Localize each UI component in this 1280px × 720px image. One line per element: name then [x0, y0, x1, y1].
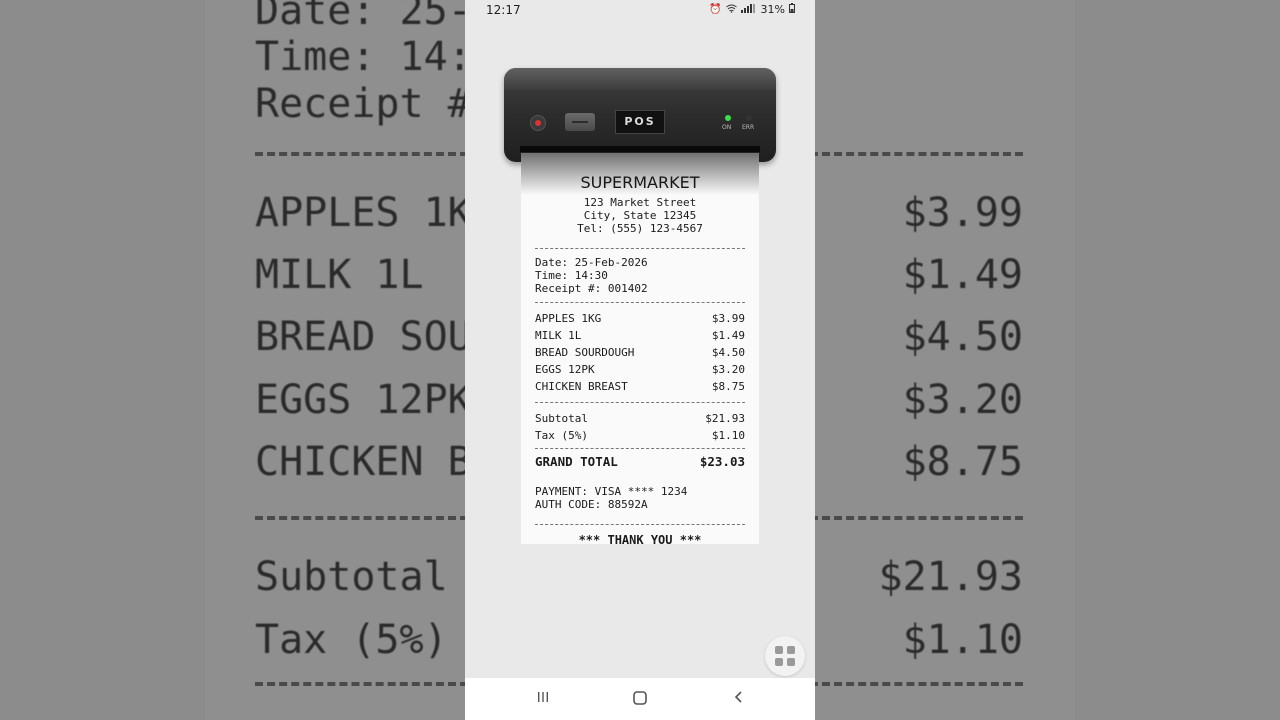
- bg-item-name: MILK 1L: [255, 252, 424, 298]
- grand-total-label: GRAND TOTAL: [535, 454, 618, 469]
- item-price: $3.20: [711, 363, 745, 376]
- battery-percent: 31%: [760, 3, 785, 16]
- receipt-time: Time: 14:30: [535, 269, 608, 282]
- recents-icon[interactable]: [533, 690, 553, 708]
- navigation-bar: [465, 678, 815, 720]
- item-price: $3.99: [711, 312, 745, 325]
- led-err-label: ERR: [742, 124, 755, 131]
- bg-item-price: $3.99: [902, 190, 1023, 236]
- divider: [535, 524, 745, 525]
- power-button[interactable]: [530, 115, 546, 131]
- divider: [535, 248, 745, 249]
- subtotal-value: $21.93: [705, 412, 745, 425]
- item-name: BREAD SOURDOUGH: [535, 346, 635, 359]
- pos-printer: POS ON ERR: [504, 68, 776, 162]
- payment-line: PAYMENT: VISA **** 1234: [535, 485, 688, 498]
- store-phone: Tel: (555) 123-4567: [577, 222, 703, 235]
- receipt-date: Date: 25-Feb-2026: [535, 256, 648, 269]
- bg-subtotal: $21.93: [878, 554, 1024, 600]
- item-name: MILK 1L: [535, 329, 582, 342]
- tax-label: Tax (5%): [535, 429, 588, 442]
- store-name: SUPERMARKET: [580, 173, 700, 192]
- printer-lid: [504, 68, 776, 90]
- led-err-indicator: [746, 115, 752, 121]
- bg-tax: $1.10: [902, 617, 1023, 663]
- led-on-indicator: [725, 115, 731, 121]
- battery-icon: [789, 3, 795, 16]
- item-name: CHICKEN BREAST: [535, 380, 628, 393]
- divider: [535, 448, 745, 449]
- status-bar: 12:17 ⏰ 31%: [465, 0, 815, 22]
- receipt-paper: SUPERMARKET 123 Market Street City, Stat…: [521, 153, 759, 544]
- paper-slot: [520, 146, 760, 152]
- bg-time: Time: 14:: [255, 34, 472, 80]
- store-address-2: City, State 12345: [583, 209, 697, 222]
- item-name: EGGS 12PK: [535, 363, 595, 376]
- item-price: $8.75: [711, 380, 745, 393]
- status-icons: ⏰ 31%: [709, 3, 795, 16]
- divider: [535, 302, 745, 303]
- receipt-number: Receipt #: 001402: [535, 282, 648, 295]
- status-time: 12:17: [486, 3, 521, 17]
- grand-total-value: $23.03: [699, 454, 745, 469]
- bg-date: Date: 25-: [255, 0, 472, 34]
- bg-item-name: BREAD SOU: [255, 314, 472, 360]
- led-on-label: ON: [722, 124, 732, 131]
- item-price: $1.49: [711, 329, 745, 342]
- item-name: APPLES 1KG: [535, 312, 602, 325]
- signal-icon: [740, 3, 757, 16]
- printer-label: POS: [615, 110, 665, 134]
- bg-item-price: $4.50: [902, 314, 1023, 360]
- bg-tax-label: Tax (5%): [255, 617, 448, 663]
- bg-item-price: $3.20: [902, 377, 1023, 423]
- feed-button[interactable]: [565, 113, 595, 131]
- wifi-icon: [725, 4, 737, 16]
- bg-item-name: CHICKEN B: [255, 439, 472, 485]
- bg-item-name: APPLES 1K: [255, 190, 472, 236]
- bg-item-price: $1.49: [902, 252, 1023, 298]
- back-icon[interactable]: [729, 690, 749, 708]
- subtotal-label: Subtotal: [535, 412, 588, 425]
- auth-code: AUTH CODE: 88592A: [535, 498, 648, 511]
- home-icon[interactable]: [630, 690, 650, 708]
- phone-screen: 12:17 ⏰ 31% POS ON ERR SUPERMARKET 123 M…: [465, 0, 815, 720]
- alarm-icon: ⏰: [709, 4, 722, 15]
- bg-receipt-no: Receipt #: [255, 81, 472, 127]
- item-price: $4.50: [711, 346, 745, 359]
- thank-you: *** THANK YOU ***: [578, 533, 702, 544]
- tax-value: $1.10: [711, 429, 745, 442]
- divider: [535, 402, 745, 403]
- store-address-1: 123 Market Street: [583, 196, 697, 209]
- bg-item-price: $8.75: [902, 439, 1023, 485]
- grid-icon[interactable]: [765, 636, 805, 676]
- bg-item-name: EGGS 12PK: [255, 377, 472, 423]
- bg-subtotal-label: Subtotal: [255, 554, 448, 600]
